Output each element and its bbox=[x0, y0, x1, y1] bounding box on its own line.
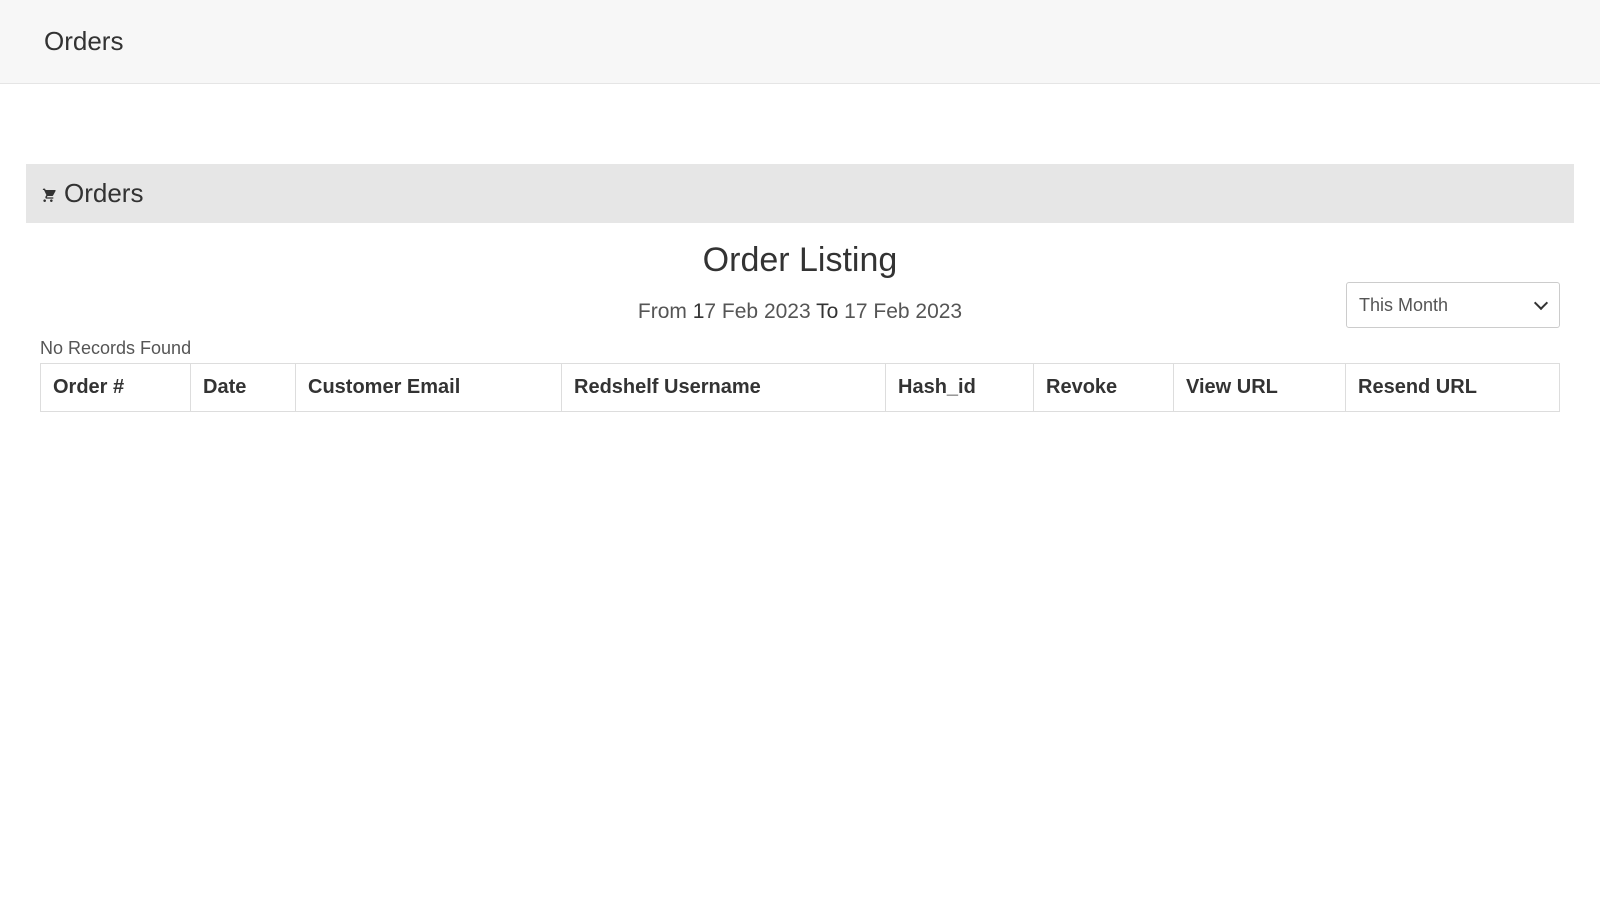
col-hash-id: Hash_id bbox=[886, 364, 1034, 412]
panel-title: Orders bbox=[64, 178, 143, 209]
to-date: 17 Feb 2023 bbox=[844, 300, 962, 323]
content-area: Orders Order Listing From 17 Feb 2023 To… bbox=[0, 84, 1600, 412]
orders-table-head: Order # Date Customer Email Redshelf Use… bbox=[41, 364, 1560, 412]
from-date-rest: 7 Feb 2023 bbox=[704, 300, 810, 323]
listing-container: Order Listing From 17 Feb 2023 To 17 Feb… bbox=[26, 223, 1574, 412]
filter-row: From 17 Feb 2023 To 17 Feb 2023 This Mon… bbox=[40, 300, 1560, 324]
col-customer-email: Customer Email bbox=[296, 364, 562, 412]
from-label: From bbox=[638, 300, 687, 323]
no-records-message: No Records Found bbox=[40, 338, 1560, 359]
period-select[interactable]: This Month bbox=[1346, 282, 1560, 328]
period-select-wrap: This Month bbox=[1346, 282, 1560, 328]
col-revoke: Revoke bbox=[1034, 364, 1174, 412]
page-title: Orders bbox=[44, 26, 1556, 57]
table-header-row: Order # Date Customer Email Redshelf Use… bbox=[41, 364, 1560, 412]
listing-title: Order Listing bbox=[40, 241, 1560, 280]
col-redshelf-username: Redshelf Username bbox=[562, 364, 886, 412]
orders-table: Order # Date Customer Email Redshelf Use… bbox=[40, 363, 1560, 412]
panel-header: Orders bbox=[26, 164, 1574, 223]
col-order-no: Order # bbox=[41, 364, 191, 412]
top-bar: Orders bbox=[0, 0, 1600, 84]
from-date-day: 1 bbox=[693, 300, 705, 323]
col-resend-url: Resend URL bbox=[1346, 364, 1560, 412]
date-range: From 17 Feb 2023 To 17 Feb 2023 bbox=[40, 300, 1560, 324]
col-view-url: View URL bbox=[1174, 364, 1346, 412]
col-date: Date bbox=[191, 364, 296, 412]
cart-icon bbox=[40, 183, 56, 204]
to-label: To bbox=[816, 300, 838, 323]
